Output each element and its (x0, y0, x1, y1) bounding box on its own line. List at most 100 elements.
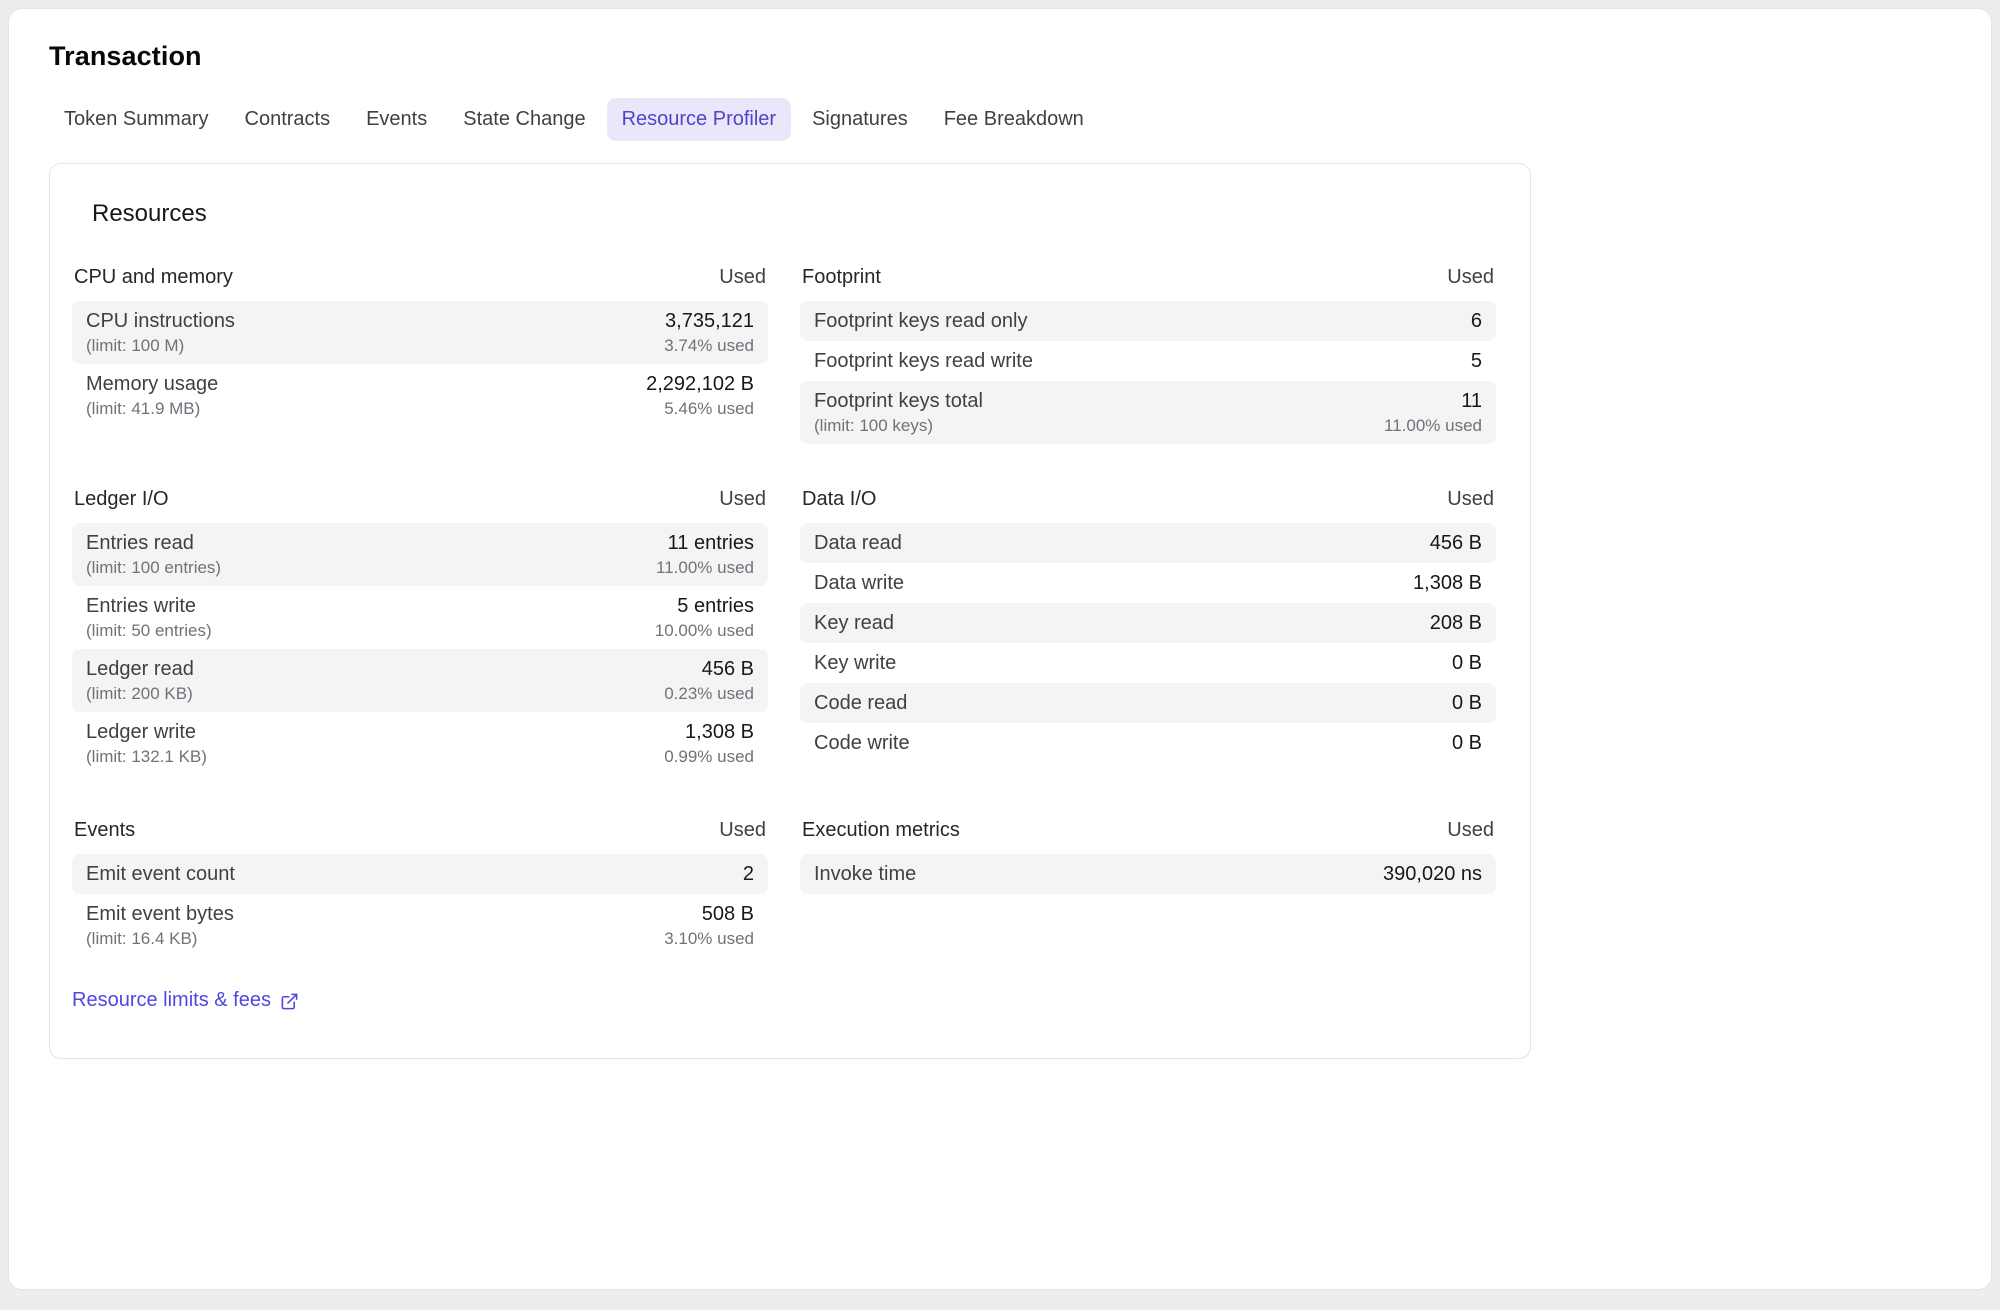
row-value-group: 1,308 B0.99% used (664, 719, 754, 768)
row-value: 5 entries (677, 593, 754, 619)
row-value-group: 456 B (1430, 530, 1482, 556)
resource-row-emit-event-count: Emit event count 2 (72, 854, 768, 894)
row-value: 1,308 B (685, 719, 754, 745)
resource-row-ledger-read: Ledger read(limit: 200 KB)456 B0.23% use… (72, 649, 768, 712)
row-value-group: 3,735,1213.74% used (664, 308, 754, 357)
resource-row-footprint-keys-total: Footprint keys total(limit: 100 keys)111… (800, 381, 1496, 444)
row-value: 0 B (1452, 690, 1482, 716)
section-header: Ledger I/OUsed (72, 488, 768, 523)
row-label: Data read (814, 530, 902, 556)
tab-signatures[interactable]: Signatures (797, 98, 923, 141)
section-header: CPU and memoryUsed (72, 266, 768, 301)
row-value-group: 11 entries11.00% used (656, 530, 754, 579)
row-value-group: 2,292,102 B5.46% used (646, 371, 754, 420)
row-label: Emit event bytes (86, 901, 234, 927)
section-header: Execution metricsUsed (800, 819, 1496, 854)
used-column-label: Used (1447, 819, 1494, 842)
resource-row-code-write: Code write 0 B (800, 723, 1496, 763)
section-title: Footprint (802, 266, 881, 289)
resource-row-ledger-write: Ledger write(limit: 132.1 KB) 1,308 B0.99… (72, 712, 768, 775)
resource-limits-fees-label: Resource limits & fees (72, 989, 271, 1012)
section-header: Data I/OUsed (800, 488, 1496, 523)
resources-card: Resources CPU and memoryUsedCPU instruct… (49, 163, 1531, 1059)
row-percent: 0.99% used (664, 745, 754, 768)
row-label: Memory usage (86, 371, 218, 397)
row-label: Code write (814, 730, 910, 756)
row-value-group: 1111.00% used (1384, 388, 1482, 437)
row-label-group: Key write (814, 650, 896, 676)
row-value: 2,292,102 B (646, 371, 754, 397)
tab-resource-profiler[interactable]: Resource Profiler (607, 98, 792, 141)
tab-token-summary[interactable]: Token Summary (49, 98, 224, 141)
tab-contracts[interactable]: Contracts (230, 98, 346, 141)
resource-row-key-write: Key write 0 B (800, 643, 1496, 683)
row-limit: (limit: 100 entries) (86, 556, 221, 579)
row-value: 5 (1471, 348, 1482, 374)
row-percent: 3.74% used (664, 334, 754, 357)
row-label: Entries write (86, 593, 212, 619)
resource-row-cpu-instructions: CPU instructions(limit: 100 M) 3,735,1213… (72, 301, 768, 364)
row-label-group: CPU instructions(limit: 100 M) (86, 308, 235, 357)
tab-events[interactable]: Events (351, 98, 442, 141)
used-column-label: Used (1447, 266, 1494, 289)
row-label-group: Footprint keys read only (814, 308, 1027, 334)
row-percent: 3.10% used (664, 927, 754, 950)
row-label: Ledger read (86, 656, 194, 682)
row-label-group: Data read (814, 530, 902, 556)
resource-row-data-write: Data write 1,308 B (800, 563, 1496, 603)
row-value: 11 (1461, 388, 1482, 414)
row-value-group: 5 entries10.00% used (655, 593, 754, 642)
section-events: EventsUsedEmit event count2Emit event by… (72, 819, 768, 957)
section-header: Footprint Used (800, 266, 1496, 301)
tab-fee-breakdown[interactable]: Fee Breakdown (929, 98, 1099, 141)
row-label-group: Emit event count (86, 861, 235, 887)
section-title: CPU and memory (74, 266, 233, 289)
section-title: Ledger I/O (74, 488, 169, 511)
row-label-group: Key read (814, 610, 894, 636)
resources-grid: CPU and memoryUsedCPU instructions(limit… (72, 266, 1496, 1012)
row-value-group: 2 (743, 861, 754, 887)
row-value-group: 1,308 B (1413, 570, 1482, 596)
row-value: 2 (743, 861, 754, 887)
row-value-group: 456 B0.23% used (664, 656, 754, 705)
row-percent: 10.00% used (655, 619, 754, 642)
row-value-group: 0 B (1452, 650, 1482, 676)
section-cpu-and-memory: CPU and memoryUsedCPU instructions(limit… (72, 266, 768, 427)
row-label: Footprint keys read only (814, 308, 1027, 334)
transaction-panel: Transaction Token SummaryContractsEvents… (8, 8, 1992, 1290)
row-label: CPU instructions (86, 308, 235, 334)
external-link-icon (280, 992, 299, 1011)
row-label-group: Footprint keys read write (814, 348, 1033, 374)
row-label: Data write (814, 570, 904, 596)
row-label: Key read (814, 610, 894, 636)
section-ledger-i-o: Ledger I/OUsedEntries read(limit: 100 en… (72, 488, 768, 775)
row-label: Footprint keys total (814, 388, 983, 414)
row-label-group: Invoke time (814, 861, 916, 887)
section-title: Events (74, 819, 135, 842)
row-percent: 11.00% used (1384, 414, 1482, 437)
tab-state-change[interactable]: State Change (448, 98, 600, 141)
resource-limits-fees-link[interactable]: Resource limits & fees (72, 989, 299, 1012)
row-label-group: Emit event bytes(limit: 16.4 KB) (86, 901, 234, 950)
resource-row-footprint-keys-read-only: Footprint keys read only6 (800, 301, 1496, 341)
row-limit: (limit: 41.9 MB) (86, 397, 218, 420)
row-value: 0 B (1452, 730, 1482, 756)
resource-row-footprint-keys-read-write: Footprint keys read write 5 (800, 341, 1496, 381)
row-value: 1,308 B (1413, 570, 1482, 596)
resource-limits-link-wrap: Resource limits & fees (72, 989, 768, 1012)
row-value: 456 B (1430, 530, 1482, 556)
resource-row-key-read: Key read 208 B (800, 603, 1496, 643)
row-value-group: 508 B3.10% used (664, 901, 754, 950)
resource-row-data-read: Data read 456 B (800, 523, 1496, 563)
row-value-group: 208 B (1430, 610, 1482, 636)
row-label-group: Memory usage(limit: 41.9 MB) (86, 371, 218, 420)
section-data-i-o: Data I/OUsed Data read 456 B Data write 1,30… (800, 488, 1496, 763)
row-value: 0 B (1452, 650, 1482, 676)
row-limit: (limit: 132.1 KB) (86, 745, 207, 768)
row-label-group: Data write (814, 570, 904, 596)
row-value-group: 5 (1471, 348, 1482, 374)
row-label: Ledger write (86, 719, 207, 745)
resources-title: Resources (92, 200, 1496, 228)
page-title: Transaction (49, 41, 1951, 72)
resource-row-entries-write: Entries write(limit: 50 entries)5 entrie… (72, 586, 768, 649)
